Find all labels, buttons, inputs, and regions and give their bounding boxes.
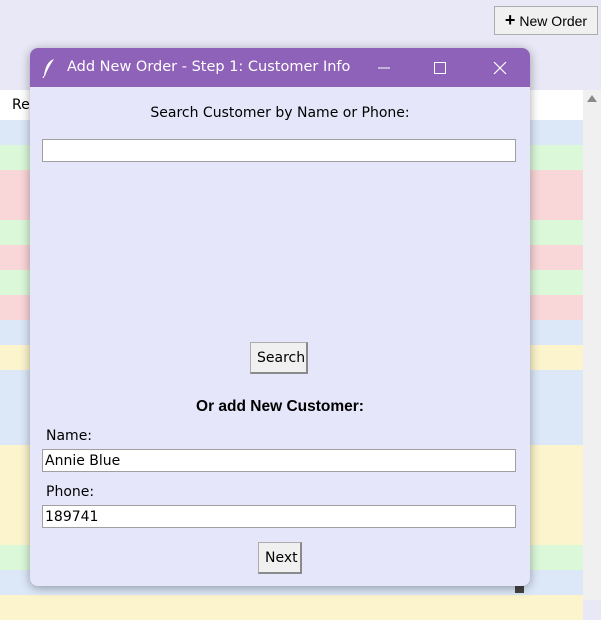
search-label: Search Customer by Name or Phone:: [150, 105, 410, 121]
new-customer-heading: Or add New Customer:: [196, 398, 364, 415]
minimize-button[interactable]: [356, 48, 412, 87]
new-order-label: New Order: [519, 12, 588, 29]
close-icon: [493, 61, 507, 74]
dialog-content: Search Customer by Name or Phone: Search…: [30, 87, 530, 586]
dialog-title: Add New Order - Step 1: Customer Info: [67, 59, 351, 75]
plus-icon: +: [504, 9, 516, 30]
close-button[interactable]: [472, 48, 528, 87]
table-header-cell[interactable]: Re: [12, 97, 30, 113]
maximize-icon: [434, 61, 446, 74]
new-order-button[interactable]: + New Order: [494, 6, 598, 35]
maximize-button[interactable]: [412, 48, 468, 87]
search-button[interactable]: Search: [250, 342, 308, 374]
minimize-icon: [378, 67, 390, 68]
phone-input[interactable]: [42, 505, 516, 528]
feather-icon: [42, 59, 54, 78]
name-label: Name:: [46, 428, 93, 444]
scroll-up-arrow-icon[interactable]: [587, 95, 597, 102]
dialog-titlebar[interactable]: Add New Order - Step 1: Customer Info: [30, 48, 530, 87]
name-input[interactable]: [42, 449, 516, 472]
add-order-dialog: Add New Order - Step 1: Customer Info Se…: [30, 48, 530, 586]
phone-label: Phone:: [46, 484, 95, 500]
table-scrollbar[interactable]: [583, 90, 601, 600]
next-button[interactable]: Next: [258, 542, 302, 574]
background-toolbar: + New Order: [0, 0, 601, 45]
search-input[interactable]: [42, 139, 516, 162]
table-row[interactable]: [0, 595, 583, 620]
